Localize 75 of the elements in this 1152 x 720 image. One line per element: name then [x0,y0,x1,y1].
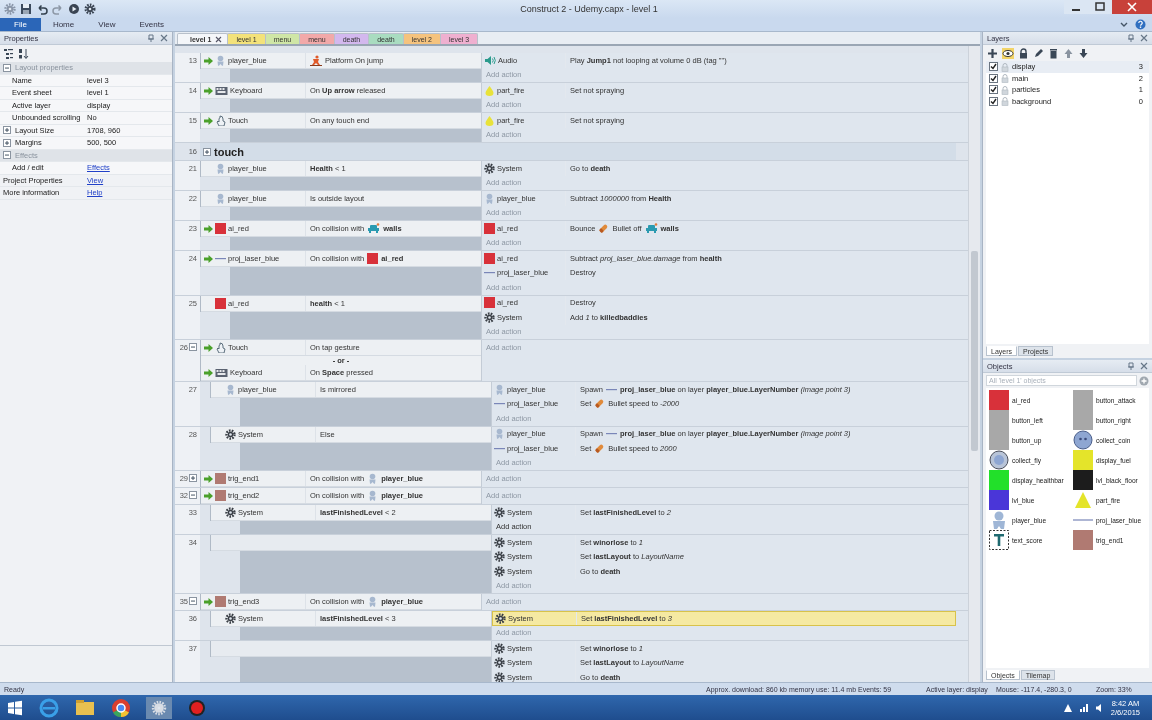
settings-icon[interactable] [84,3,96,15]
player-figure-icon [494,383,505,395]
coin-icon [1073,430,1093,450]
collapse-icon[interactable] [3,63,11,72]
pin-icon[interactable] [1127,362,1135,370]
close-icon[interactable] [1140,34,1148,42]
keyboard-icon [215,367,228,378]
collapse-icon[interactable] [189,491,197,499]
windows-icon [7,699,23,716]
orb-icon [989,450,1009,470]
add-icon[interactable] [987,47,998,59]
collapse-icon[interactable] [189,343,197,351]
checkbox[interactable] [989,85,998,95]
flame-icon [484,114,495,126]
gear-icon [495,612,506,624]
arrow-down-icon[interactable] [1078,47,1089,59]
invader-icon [367,223,381,234]
gear-icon [225,428,236,440]
invader-icon [644,222,658,234]
group-name: touch [214,145,244,158]
pin-icon[interactable] [147,34,155,42]
vertical-scrollbar[interactable] [968,46,980,682]
window-title: Construct 2 - Udemy.capx - level 1 [519,4,659,14]
close-icon[interactable] [1112,0,1152,14]
pencil-icon[interactable] [1033,47,1044,59]
checkbox[interactable] [989,62,998,72]
expand-icon[interactable] [3,126,11,135]
help-icon[interactable] [1135,19,1146,30]
collapse-icon[interactable] [189,597,197,605]
ribbon-tab[interactable]: Home [40,18,87,31]
browser-ball-icon[interactable] [110,696,132,719]
gear-icon [494,551,505,563]
bullet-icon [598,222,610,234]
expand-icon[interactable] [3,138,11,147]
eye-icon[interactable] [1002,47,1014,59]
checkbox[interactable] [989,96,998,106]
gear-icon [225,613,236,624]
undo-icon[interactable] [36,3,48,15]
play-icon[interactable] [68,3,80,15]
close-icon[interactable] [1140,362,1148,370]
line-icon [1073,519,1093,521]
categorized-icon[interactable] [3,48,14,59]
gear-icon [484,311,495,323]
triangle-icon [1073,490,1093,510]
group-header[interactable]: touch [200,143,956,160]
pin-icon[interactable] [1127,34,1135,42]
flame-icon [484,84,495,96]
ribbon-tab[interactable]: View [86,18,128,31]
flag-icon[interactable] [1062,702,1073,713]
trash-icon[interactable] [1048,47,1059,59]
expand-icon[interactable] [189,474,197,482]
player-figure-icon [484,192,495,204]
ribbon-tab[interactable]: File [0,18,41,31]
gear-icon [225,507,236,518]
browser-icon[interactable] [38,696,60,719]
close-icon[interactable] [215,35,223,43]
gear-icon [494,657,505,669]
text-object-icon [989,530,1009,550]
checkbox[interactable] [989,73,998,83]
speaker-icon [484,54,496,66]
expand-icon[interactable] [203,147,211,156]
close-icon[interactable] [160,34,168,42]
save-icon[interactable] [20,3,32,15]
collapse-icon[interactable] [3,151,11,160]
gear-icon [494,565,505,577]
platform-figure-icon [310,55,322,66]
gear-app-icon[interactable] [146,696,172,719]
player-figure-icon [494,428,505,440]
maximize-icon[interactable] [1088,0,1112,14]
ribbon-tab[interactable]: Events [127,18,176,31]
redo-icon[interactable] [52,3,64,15]
signal-icon[interactable] [1078,702,1089,713]
sort-icon[interactable] [18,48,29,59]
app-icon[interactable] [4,3,16,15]
lock-icon[interactable] [1018,47,1029,59]
